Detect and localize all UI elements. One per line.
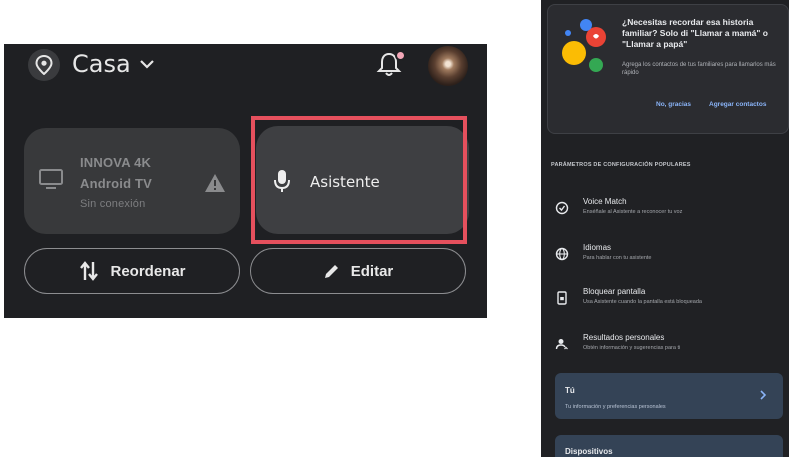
lock-screen-icon bbox=[557, 291, 567, 305]
personal-results-icon bbox=[555, 339, 568, 350]
reorder-label: Reordenar bbox=[110, 262, 186, 280]
tv-icon bbox=[39, 169, 63, 189]
chevron-down-icon[interactable] bbox=[138, 58, 156, 70]
google-home-panel: Casa INNOVA 4K Android TV Sin conexión A… bbox=[4, 44, 487, 318]
settings-item-lock-screen[interactable]: Bloquear pantalla Usa Asistente cuando l… bbox=[555, 287, 785, 327]
settings-item-personal-results[interactable]: Resultados personales Obtén información … bbox=[555, 333, 785, 373]
card-description: Agrega los contactos de tus familiares p… bbox=[622, 62, 776, 76]
item-subtitle: Para hablar con tu asistente bbox=[583, 255, 652, 261]
highlight-box bbox=[251, 116, 467, 244]
settings-item-voice-match[interactable]: Voice Match Enséñale al Asistente a reco… bbox=[555, 197, 785, 237]
pencil-icon bbox=[324, 265, 338, 278]
add-contacts-button[interactable]: Agregar contactos bbox=[709, 101, 766, 108]
section-header: PARÁMETROS DE CONFIGURACIÓN POPULARES bbox=[551, 162, 691, 168]
card-title: ¿Necesitas recordar esa historia familia… bbox=[622, 17, 768, 49]
item-subtitle: Enséñale al Asistente a reconocer tu voz bbox=[583, 209, 683, 215]
place-pin-icon[interactable] bbox=[28, 49, 60, 81]
settings-item-languages[interactable]: Idiomas Para hablar con tu asistente bbox=[555, 243, 785, 283]
family-contacts-card: ¿Necesitas recordar esa historia familia… bbox=[547, 4, 789, 134]
reorder-icon bbox=[80, 261, 99, 281]
item-title: Bloquear pantalla bbox=[583, 287, 646, 296]
globe-icon bbox=[555, 247, 569, 261]
device-status: Sin conexión bbox=[80, 198, 146, 210]
edit-button[interactable]: Editar bbox=[250, 248, 466, 294]
assistant-settings-panel: ¿Necesitas recordar esa historia familia… bbox=[541, 0, 789, 457]
voice-match-icon bbox=[555, 201, 569, 215]
chevron-right-icon bbox=[760, 390, 767, 400]
device-tile-tv[interactable]: INNOVA 4K Android TV Sin conexión bbox=[24, 128, 240, 234]
notification-badge bbox=[395, 50, 406, 61]
home-header: Casa bbox=[4, 44, 487, 88]
item-title: Voice Match bbox=[583, 197, 627, 206]
device-type: Android TV bbox=[80, 176, 153, 191]
tv-info: INNOVA 4K Android TV Sin conexión bbox=[80, 152, 152, 215]
item-subtitle: Obtén información y sugerencias para ti bbox=[583, 345, 681, 351]
nav-card-devices[interactable]: Dispositivos bbox=[555, 435, 783, 457]
reorder-button[interactable]: Reordenar bbox=[24, 248, 240, 294]
nav-subtitle: Tu información y preferencias personales bbox=[565, 404, 666, 410]
people-illustration-icon bbox=[562, 19, 606, 72]
edit-label: Editar bbox=[350, 262, 394, 280]
home-name[interactable]: Casa bbox=[72, 50, 131, 78]
item-title: Resultados personales bbox=[583, 333, 665, 342]
item-title: Idiomas bbox=[583, 243, 612, 252]
device-name: INNOVA 4K bbox=[80, 155, 152, 170]
item-subtitle: Usa Asistente cuando la pantalla está bl… bbox=[583, 299, 702, 305]
no-thanks-button[interactable]: No, gracias bbox=[656, 101, 691, 108]
nav-title: Tú bbox=[565, 386, 575, 395]
warning-icon bbox=[205, 174, 225, 192]
nav-card-you[interactable]: Tú Tu información y preferencias persona… bbox=[555, 373, 783, 419]
nav-title: Dispositivos bbox=[565, 447, 613, 456]
avatar[interactable] bbox=[428, 46, 468, 86]
